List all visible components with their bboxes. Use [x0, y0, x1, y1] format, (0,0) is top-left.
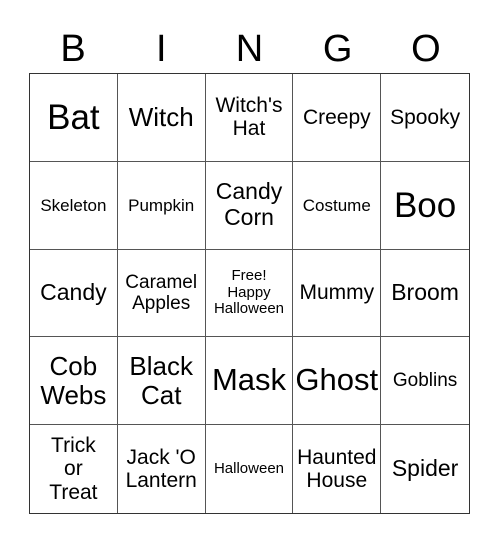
bingo-cell[interactable]: Witch	[117, 74, 206, 162]
bingo-cell[interactable]: Mask	[205, 337, 294, 426]
bingo-cell[interactable]: Jack 'O Lantern	[118, 425, 206, 513]
bingo-cell[interactable]: Creepy	[293, 74, 382, 162]
bingo-cell[interactable]: Pumpkin	[117, 161, 206, 250]
bingo-cell[interactable]: Boo	[381, 162, 469, 250]
bingo-cell[interactable]: Candy	[30, 249, 118, 338]
bingo-cell[interactable]: Witch's Hat	[205, 74, 294, 162]
bingo-cell[interactable]: Mummy	[293, 249, 382, 338]
bingo-cell[interactable]: Bat	[30, 74, 118, 162]
header-letter-g: G	[322, 28, 353, 70]
header-letter-n: N	[235, 28, 264, 70]
header-letter-b: B	[60, 28, 86, 70]
header-letter-i: I	[156, 28, 167, 70]
bingo-cell[interactable]: Cob Webs	[30, 337, 118, 426]
bingo-cell[interactable]: Trick or Treat	[30, 425, 118, 513]
bingo-cell[interactable]: Spider	[381, 425, 469, 513]
bingo-cell[interactable]: Skeleton	[30, 161, 118, 250]
bingo-cell[interactable]: Black Cat	[117, 337, 206, 426]
bingo-cell[interactable]: Caramel Apples	[117, 249, 206, 338]
bingo-cell[interactable]: Costume	[293, 161, 382, 250]
free-space-cell[interactable]: Free! Happy Halloween	[205, 249, 294, 338]
header-letter-o: O	[411, 28, 441, 70]
bingo-cell[interactable]: Spooky	[381, 74, 469, 162]
bingo-cell[interactable]: Candy Corn	[205, 161, 294, 250]
bingo-cell[interactable]: Halloween	[206, 425, 294, 513]
bingo-header: B I N G O	[29, 26, 470, 72]
bingo-cell[interactable]: Broom	[381, 250, 469, 338]
bingo-cell[interactable]: Haunted House	[293, 425, 382, 513]
bingo-cell[interactable]: Ghost	[293, 337, 382, 426]
bingo-cell[interactable]: Goblins	[381, 337, 469, 426]
bingo-card-grid: Bat Witch Witch's Hat Creepy Spooky Skel…	[29, 73, 470, 514]
